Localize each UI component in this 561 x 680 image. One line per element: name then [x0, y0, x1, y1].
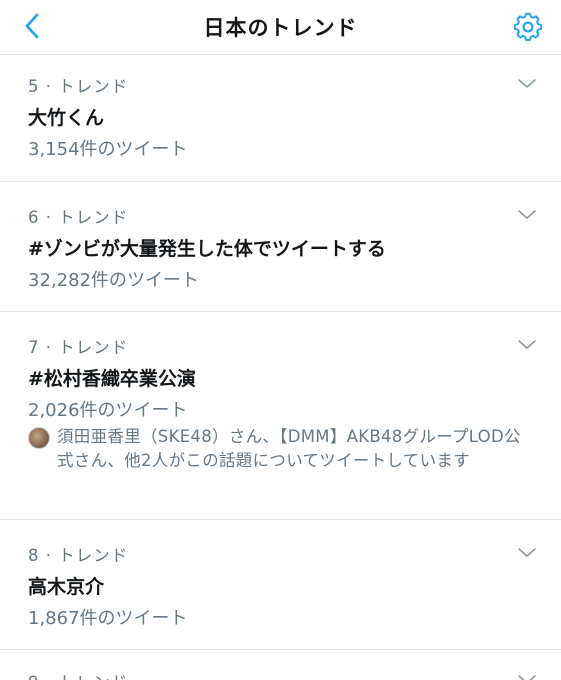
trend-item[interactable]: 7 · トレンド #松村香織卒業公演 2,026件のツイート 須田亜香里（SKE… — [0, 312, 561, 520]
trend-name: 大竹くん — [28, 107, 105, 129]
trend-tweet-count: 3,154件のツイート — [28, 139, 188, 160]
settings-button[interactable] — [511, 10, 545, 44]
gear-icon — [514, 12, 542, 41]
trend-tweet-count: 1,867件のツイート — [28, 608, 188, 629]
chevron-down-icon[interactable] — [517, 546, 537, 560]
trend-rank: 8 · トレンド — [28, 546, 129, 565]
trend-tweet-count: 2,026件のツイート — [28, 400, 188, 421]
trend-item[interactable]: 8 · トレンド 高木京介 1,867件のツイート — [0, 520, 561, 650]
trend-rank: 7 · トレンド — [28, 338, 129, 357]
avatar — [28, 427, 50, 449]
top-navigation-bar: 日本のトレンド — [0, 0, 561, 55]
trend-rank: 6 · トレンド — [28, 208, 129, 227]
trend-name: 高木京介 — [28, 576, 105, 598]
page-title: 日本のトレンド — [203, 16, 358, 40]
trend-item[interactable]: 9 · トレンド — [0, 650, 561, 680]
trend-item[interactable]: 5 · トレンド 大竹くん 3,154件のツイート — [0, 55, 561, 182]
trend-rank: 5 · トレンド — [28, 77, 129, 96]
trend-item[interactable]: 6 · トレンド #ゾンビが大量発生した体でツイートする 32,282件のツイー… — [0, 182, 561, 312]
trend-context: 須田亜香里（SKE48）さん、【DMM】AKB48グループLOD公式さん、他2人… — [28, 425, 535, 473]
trend-rank: 9 · トレンド — [28, 669, 128, 680]
chevron-down-icon[interactable] — [517, 673, 537, 680]
trend-tweet-count: 32,282件のツイート — [28, 270, 199, 291]
chevron-down-icon[interactable] — [517, 208, 537, 222]
chevron-down-icon[interactable] — [517, 338, 537, 352]
trend-name: #松村香織卒業公演 — [28, 368, 196, 390]
trend-name: #ゾンビが大量発生した体でツイートする — [28, 238, 386, 260]
chevron-down-icon[interactable] — [517, 77, 537, 91]
trend-context-text: 須田亜香里（SKE48）さん、【DMM】AKB48グループLOD公式さん、他2人… — [57, 427, 521, 470]
